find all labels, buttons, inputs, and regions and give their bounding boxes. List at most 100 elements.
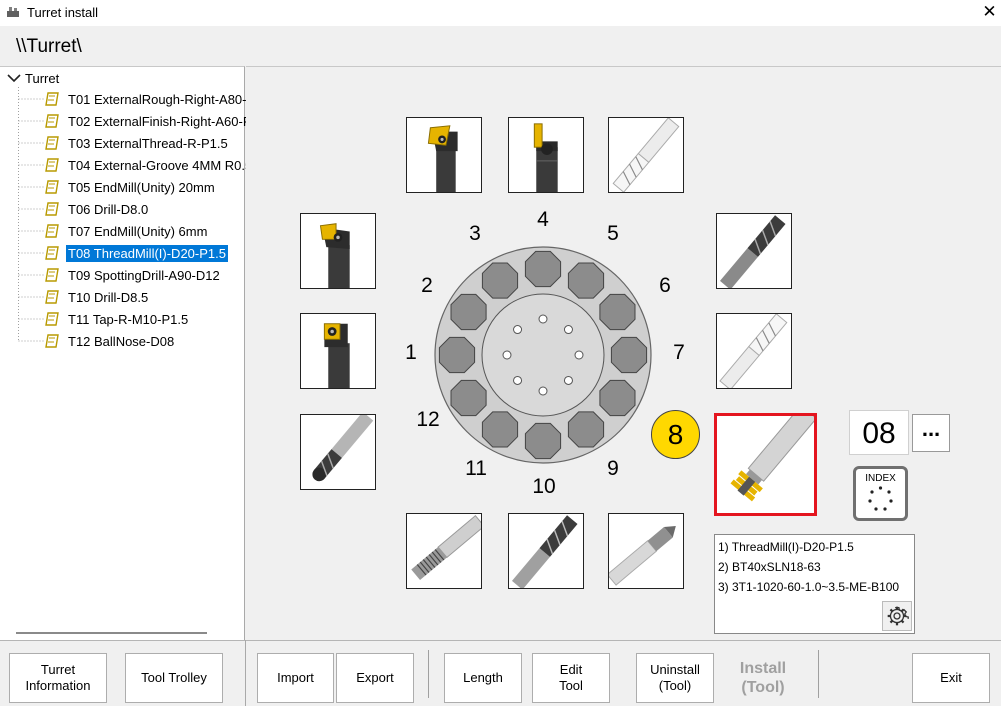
station-number-4: 4	[537, 208, 549, 231]
turret-information-line1: Turret	[40, 662, 76, 677]
close-window-button[interactable]: ✕	[978, 1, 1001, 25]
tree-item-label: T01 ExternalRough-Right-A80-R	[68, 91, 256, 107]
tree-item-tool[interactable]: T06 Drill-D8.0	[44, 199, 150, 219]
button-separator	[428, 650, 429, 698]
turret-station-pocket[interactable]	[599, 379, 636, 417]
tree-item-tool[interactable]: T09 SpottingDrill-A90-D12	[44, 265, 222, 285]
install-tool-button-disabled: Install (Tool)	[724, 653, 802, 703]
turret-inner-hub	[481, 293, 605, 417]
uninstall-tool-line2: (Tool)	[658, 678, 692, 693]
turret-information-button[interactable]: Turret Information	[9, 653, 107, 703]
tree-item-label: T05 EndMill(Unity) 20mm	[68, 179, 215, 195]
tree-item-label: T02 ExternalFinish-Right-A60-R	[68, 113, 253, 129]
index-dial-icon	[868, 486, 893, 511]
slot-11-tool-image[interactable]	[406, 513, 482, 589]
tool-insert-icon	[45, 224, 59, 238]
button-separator	[818, 650, 819, 698]
turret-bolt-hole	[538, 314, 548, 324]
index-button[interactable]: INDEX	[853, 466, 908, 521]
turret-station-pocket[interactable]	[567, 262, 605, 299]
slot-12-tool-image[interactable]	[300, 414, 376, 490]
turning-holder-icon	[319, 223, 350, 288]
turret-station-pocket[interactable]	[524, 250, 562, 288]
station-number-2: 2	[421, 274, 433, 297]
exit-button[interactable]: Exit	[912, 653, 990, 703]
tree-item-label: T11 Tap-R-M10-P1.5	[68, 311, 189, 327]
turret-station-pocket[interactable]	[481, 262, 519, 299]
turning-holder-icon	[323, 323, 350, 388]
export-button[interactable]: Export	[336, 653, 414, 703]
tree-item-tool[interactable]: T04 External-Groove 4MM R0.5	[44, 155, 254, 175]
info-line-tool: 1) ThreadMill(I)-D20-P1.5	[718, 540, 854, 554]
edit-tool-line1: Edit	[559, 662, 583, 677]
tool-insert-icon	[45, 92, 59, 106]
tree-item-tool[interactable]: T12 BallNose-D08	[44, 331, 176, 351]
drill-icon	[719, 215, 786, 288]
tree-item-tool[interactable]: T01 ExternalRough-Right-A80-R	[44, 89, 258, 109]
path-text: \\Turret\	[16, 36, 82, 57]
tool-insert-icon	[45, 202, 59, 216]
tap-icon	[411, 515, 481, 581]
turret-disc[interactable]	[433, 245, 653, 465]
path-bar	[0, 26, 1001, 66]
tree-item-tool[interactable]: T11 Tap-R-M10-P1.5	[44, 309, 190, 329]
ball-nose-icon	[312, 415, 374, 482]
tree-item-tool[interactable]: T08 ThreadMill(I)-D20-P1.5	[44, 243, 228, 263]
install-tool-line2: (Tool)	[741, 679, 785, 696]
slot-7-tool-image[interactable]	[716, 313, 792, 389]
panel-divider	[245, 640, 246, 706]
tree-item-tool[interactable]: T03 ExternalThread-R-P1.5	[44, 133, 230, 153]
station-number-1: 1	[405, 341, 417, 364]
chevron-down-icon[interactable]	[6, 70, 22, 86]
tree-item-tool[interactable]: T07 EndMill(Unity) 6mm	[44, 221, 209, 241]
turret-bolt-hole	[563, 375, 573, 385]
tree-item-label: T06 Drill-D8.0	[68, 201, 149, 217]
slot-6-tool-image[interactable]	[716, 213, 792, 289]
tree-item-label: T04 External-Groove 4MM R0.5	[68, 157, 253, 173]
turret-station-pocket[interactable]	[481, 411, 519, 448]
info-settings-button[interactable]	[882, 601, 912, 631]
tool-insert-icon	[45, 268, 59, 282]
station-number-12: 12	[416, 408, 440, 431]
tree-horizontal-scrollbar[interactable]	[16, 632, 207, 634]
turning-holder-icon	[427, 125, 458, 192]
tool-number-display: 08	[849, 410, 909, 455]
tree-root-label: Turret	[25, 70, 60, 86]
edit-tool-button[interactable]: Edit Tool	[532, 653, 610, 703]
slot-2-tool-image[interactable]	[300, 213, 376, 289]
station-number-9: 9	[607, 457, 619, 480]
turret-bolt-hole	[563, 325, 573, 335]
turret-station-pocket[interactable]	[599, 293, 636, 331]
window-title: Turret install	[27, 5, 99, 20]
more-options-button[interactable]: ...	[912, 414, 950, 452]
turret-bolt-hole	[513, 325, 523, 335]
tree-item-tool[interactable]: T10 Drill-D8.5	[44, 287, 150, 307]
tool-trolley-button[interactable]: Tool Trolley	[125, 653, 223, 703]
slot-10-tool-image[interactable]	[508, 513, 584, 589]
turret-station-pocket[interactable]	[438, 336, 476, 374]
slot-9-tool-image[interactable]	[608, 513, 684, 589]
info-line-insert: 3) 3T1-1020-60-1.0~3.5-ME-B100	[718, 580, 900, 594]
tool-insert-icon	[45, 158, 59, 172]
turret-station-pocket[interactable]	[450, 293, 487, 331]
import-button[interactable]: Import	[257, 653, 334, 703]
uninstall-tool-button[interactable]: Uninstall (Tool)	[636, 653, 714, 703]
turret-station-pocket[interactable]	[610, 336, 648, 374]
tree-root-turret[interactable]: Turret	[6, 69, 59, 87]
slot-4-tool-image[interactable]	[508, 117, 584, 193]
turret-station-pocket[interactable]	[450, 379, 487, 417]
grooving-holder-icon	[533, 123, 558, 192]
slot-1-tool-image[interactable]	[300, 313, 376, 389]
tree-item-tool[interactable]: T05 EndMill(Unity) 20mm	[44, 177, 217, 197]
turret-station-pocket[interactable]	[567, 411, 605, 448]
slot-3-tool-image[interactable]	[406, 117, 482, 193]
tree-item-tool[interactable]: T02 ExternalFinish-Right-A60-R	[44, 111, 254, 131]
tree-item-label: T07 EndMill(Unity) 6mm	[68, 223, 208, 239]
title-bar	[0, 0, 1001, 26]
length-button[interactable]: Length	[444, 653, 522, 703]
turret-station-pocket[interactable]	[524, 422, 562, 460]
station-number-8-selected-badge[interactable]: 8	[651, 410, 700, 459]
slot-8-tool-image-selected[interactable]	[714, 413, 817, 516]
endmill-icon	[719, 314, 788, 388]
slot-5-tool-image[interactable]	[608, 117, 684, 193]
